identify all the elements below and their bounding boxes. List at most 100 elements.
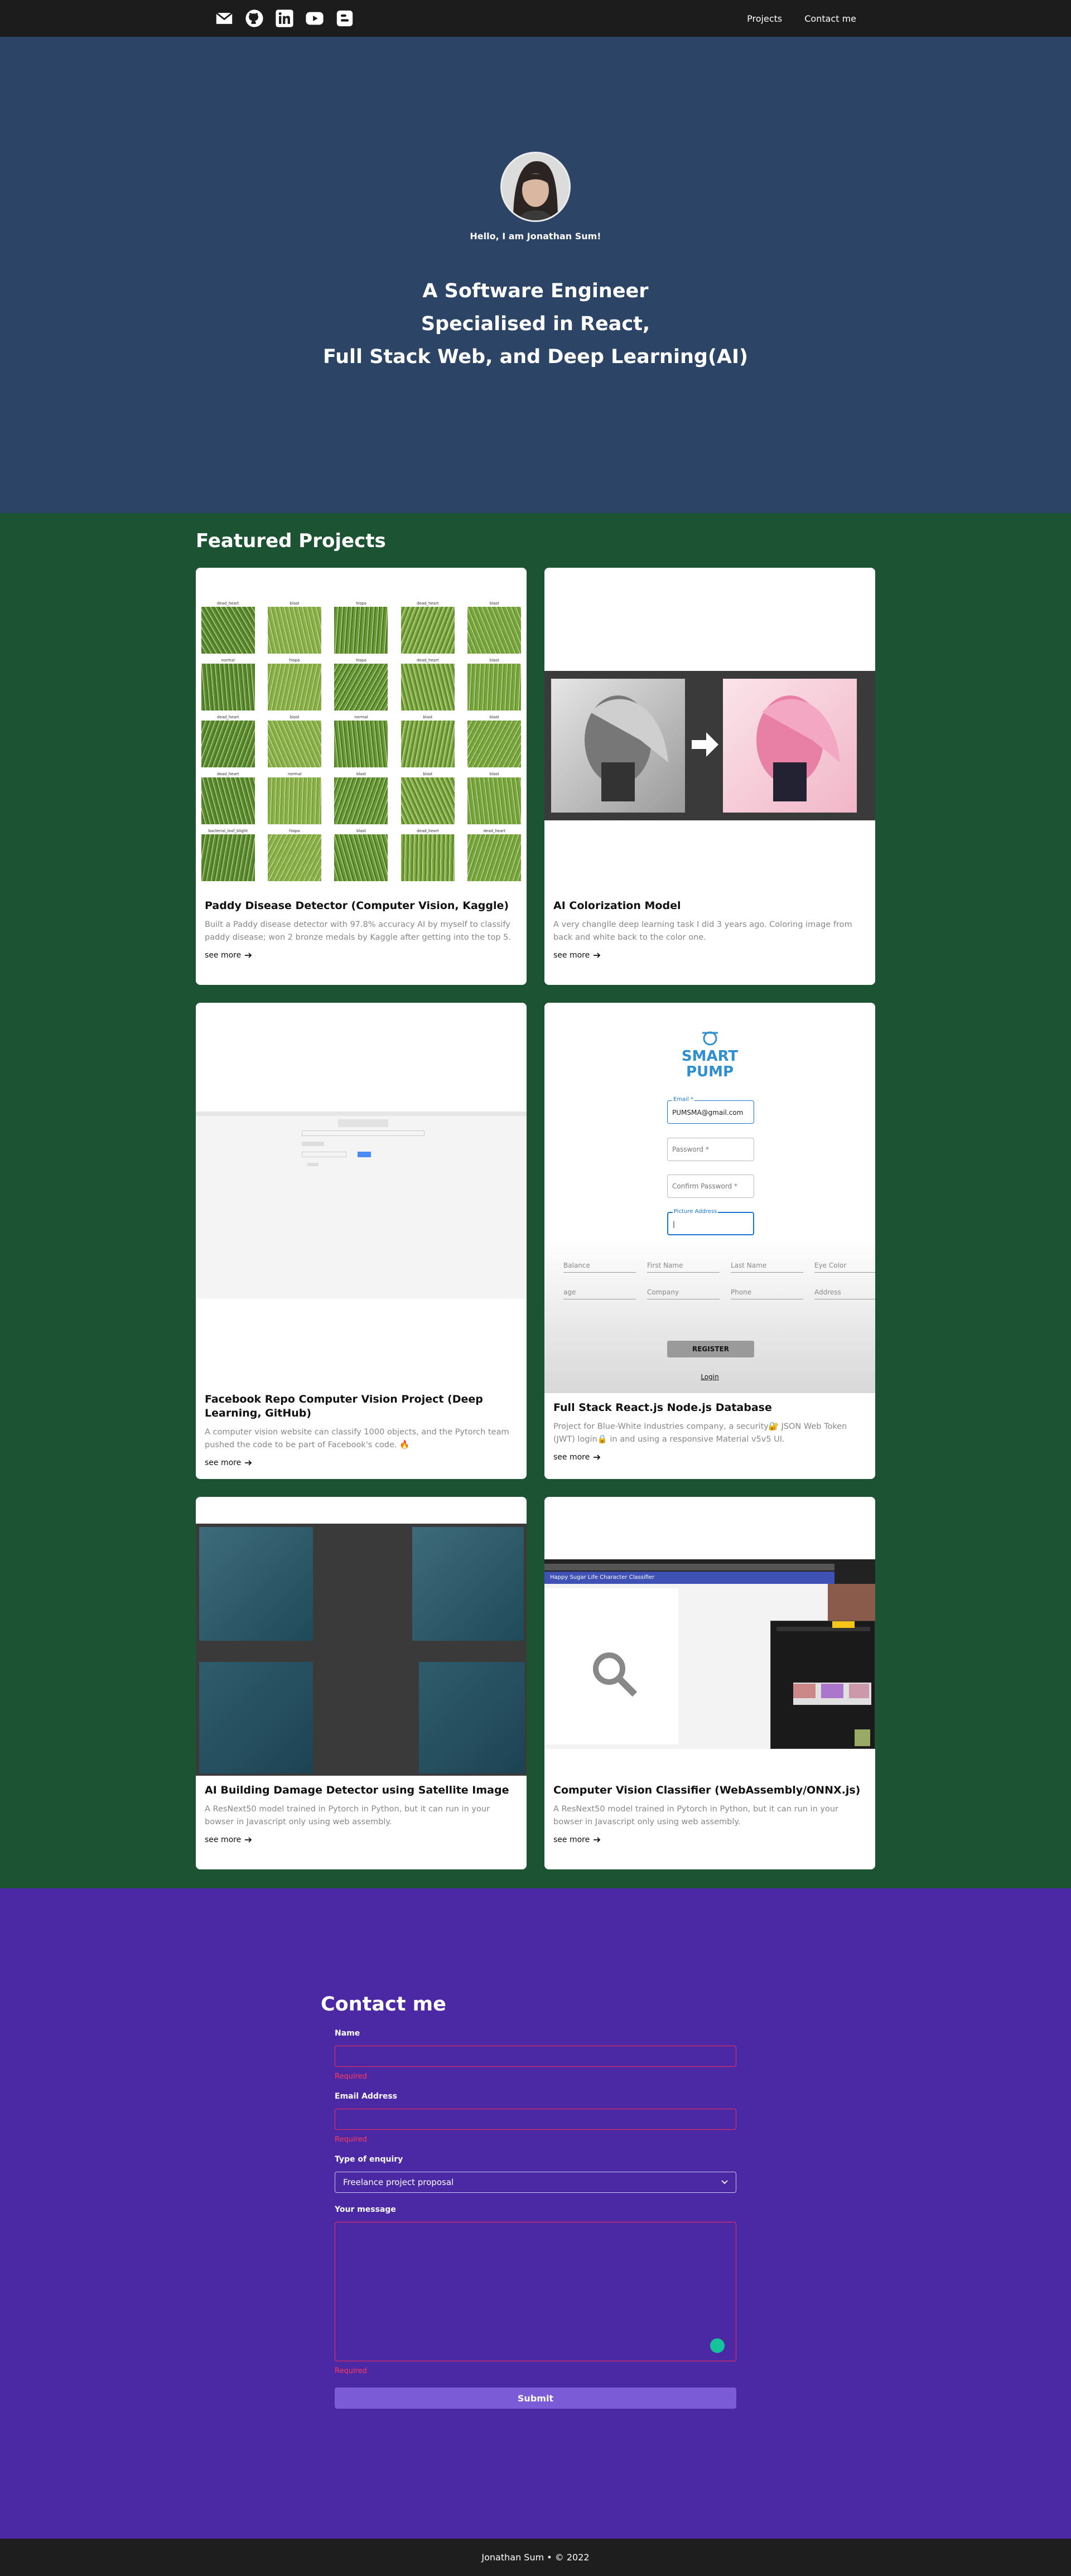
- paddy-tile-label: blast: [356, 772, 366, 776]
- paddy-tile-label: blast: [290, 601, 300, 606]
- paddy-leaf-image: [201, 721, 255, 767]
- paddy-tile: blast: [467, 715, 522, 767]
- enquiry-select[interactable]: Freelance project proposal: [335, 2172, 736, 2193]
- paddy-leaf-image: [201, 607, 255, 654]
- paddy-tile: dead_heart: [400, 658, 455, 711]
- paddy-tile-label: hispa: [289, 829, 300, 833]
- paddy-tile-label: hispa: [356, 658, 366, 663]
- blogger-icon[interactable]: [335, 9, 354, 28]
- paddy-tile: blast: [267, 601, 322, 654]
- arrow-right-icon: [594, 1454, 601, 1460]
- paddy-tile-label: blast: [489, 658, 499, 663]
- hero-title-line-2: Specialised in React,: [421, 313, 650, 335]
- paddy-leaf-image: [334, 664, 388, 711]
- paddy-tile: blast: [467, 658, 522, 711]
- see-more-link[interactable]: see more: [553, 1835, 601, 1844]
- paddy-tile-label: dead_heart: [417, 601, 439, 606]
- paddy-leaf-image: [334, 834, 388, 881]
- paddy-leaf-image: [201, 664, 255, 711]
- project-description: A very changlle deep learning task I did…: [553, 920, 852, 942]
- grammarly-icon[interactable]: [710, 2338, 725, 2353]
- paddy-leaf-image: [401, 664, 455, 711]
- paddy-tile: blast: [334, 829, 389, 881]
- paddy-leaf-image: [268, 777, 322, 824]
- pump-form-field: First Name: [647, 1259, 720, 1273]
- see-more-link[interactable]: see more: [205, 1458, 252, 1467]
- paddy-tile-label: normal: [354, 715, 368, 719]
- contact-heading: Contact me: [321, 1993, 446, 2016]
- paddy-tile-label: normal: [221, 658, 235, 663]
- pump-form-row-1: Balance First Name Last Name Eye Color: [563, 1259, 875, 1273]
- paddy-tile: normal: [334, 715, 389, 767]
- paddy-tile: dead_heart: [400, 601, 455, 654]
- paddy-leaf-grid: dead_heart blast hispa dead_heart blast norma…: [200, 601, 522, 881]
- project-card-colorization[interactable]: AI Colorization Model A very changlle de…: [544, 568, 875, 985]
- paddy-tile-label: hispa: [356, 601, 366, 606]
- name-input[interactable]: [335, 2046, 736, 2067]
- paddy-tile-label: blast: [489, 772, 499, 776]
- see-more-link[interactable]: see more: [205, 951, 252, 960]
- paddy-tile: dead_heart: [400, 829, 455, 881]
- paddy-tile: dead_heart: [200, 601, 255, 654]
- paddy-leaf-image: [401, 607, 455, 654]
- paddy-tile-label: dead_heart: [417, 658, 439, 663]
- paddy-tile-label: bacterial_leaf_blight: [208, 829, 248, 833]
- paddy-leaf-image: [467, 607, 522, 654]
- paddy-tile-label: dead_heart: [483, 829, 506, 833]
- project-card-smartpump[interactable]: SMART PUMP Email * PUMSMA@gmail.com Passw…: [544, 1003, 875, 1479]
- youtube-icon[interactable]: [305, 9, 324, 28]
- paddy-leaf-image: [467, 721, 522, 767]
- see-more-label: see more: [553, 951, 590, 960]
- paddy-tile: hispa: [334, 658, 389, 711]
- paddy-leaf-image: [201, 777, 255, 824]
- pump-logo-line-1: SMART: [681, 1048, 739, 1065]
- project-card-facebook[interactable]: Facebook Repo Computer Vision Project (D…: [196, 1003, 527, 1479]
- paddy-tile: hispa: [267, 829, 322, 881]
- hero-section: Hello, I am Jonathan Sum! A Software Eng…: [0, 37, 1071, 513]
- name-required-error: Required: [335, 2072, 367, 2081]
- paddy-tile: hispa: [267, 658, 322, 711]
- mail-icon[interactable]: [215, 9, 234, 28]
- nav-contact-link[interactable]: Contact me: [804, 13, 856, 24]
- paddy-leaf-image: [268, 834, 322, 881]
- project-card-building-damage[interactable]: AI Building Damage Detector using Satell…: [196, 1497, 527, 1869]
- pump-form-field: Company: [647, 1286, 720, 1299]
- pump-form-field: Last Name: [731, 1259, 803, 1273]
- paddy-tile-label: blast: [356, 829, 366, 833]
- project-title: Paddy Disease Detector (Computer Vision,…: [205, 900, 509, 912]
- picture-address-label: Picture Address: [673, 1209, 718, 1215]
- hero-title-line-1: A Software Engineer: [422, 280, 649, 302]
- paddy-leaf-image: [334, 777, 388, 824]
- register-button: REGISTER: [667, 1341, 754, 1357]
- paddy-tile-label: blast: [290, 715, 300, 719]
- paddy-leaf-image: [401, 834, 455, 881]
- paddy-leaf-image: [201, 834, 255, 881]
- see-more-link[interactable]: see more: [553, 951, 601, 960]
- paddy-tile: blast: [400, 715, 455, 767]
- pump-form-field: Phone: [731, 1286, 803, 1299]
- paddy-tile: hispa: [334, 601, 389, 654]
- magnifier-icon: [593, 1652, 638, 1697]
- paddy-leaf-image: [268, 721, 322, 767]
- submit-button[interactable]: Submit: [335, 2387, 736, 2409]
- message-textarea[interactable]: [335, 2222, 736, 2361]
- project-card-paddy[interactable]: dead_heart blast hispa dead_heart blast norma…: [196, 568, 527, 985]
- project-description: A computer vision website can classify 1…: [205, 1428, 509, 1449]
- project-card-classifier[interactable]: Happy Sugar Life Character Classifier Co…: [544, 1497, 875, 1869]
- paddy-tile: dead_heart: [200, 715, 255, 767]
- paddy-leaf-image: [467, 777, 522, 824]
- linkedin-icon[interactable]: [275, 9, 294, 28]
- see-more-link[interactable]: see more: [205, 1835, 252, 1844]
- enquiry-selected-value: Freelance project proposal: [343, 2177, 454, 2187]
- paddy-leaf-image: [334, 721, 388, 767]
- arrow-right-icon: [594, 1837, 601, 1843]
- github-icon[interactable]: [245, 9, 264, 28]
- see-more-label: see more: [553, 1453, 590, 1462]
- pump-form-field: Address: [814, 1286, 875, 1299]
- pump-form-row-2: age Company Phone Address: [563, 1286, 875, 1299]
- paddy-tile-label: hispa: [289, 658, 300, 663]
- email-input[interactable]: [335, 2109, 736, 2130]
- see-more-link[interactable]: see more: [553, 1453, 601, 1462]
- nav-projects-link[interactable]: Projects: [747, 13, 782, 24]
- projects-heading: Featured Projects: [196, 530, 386, 552]
